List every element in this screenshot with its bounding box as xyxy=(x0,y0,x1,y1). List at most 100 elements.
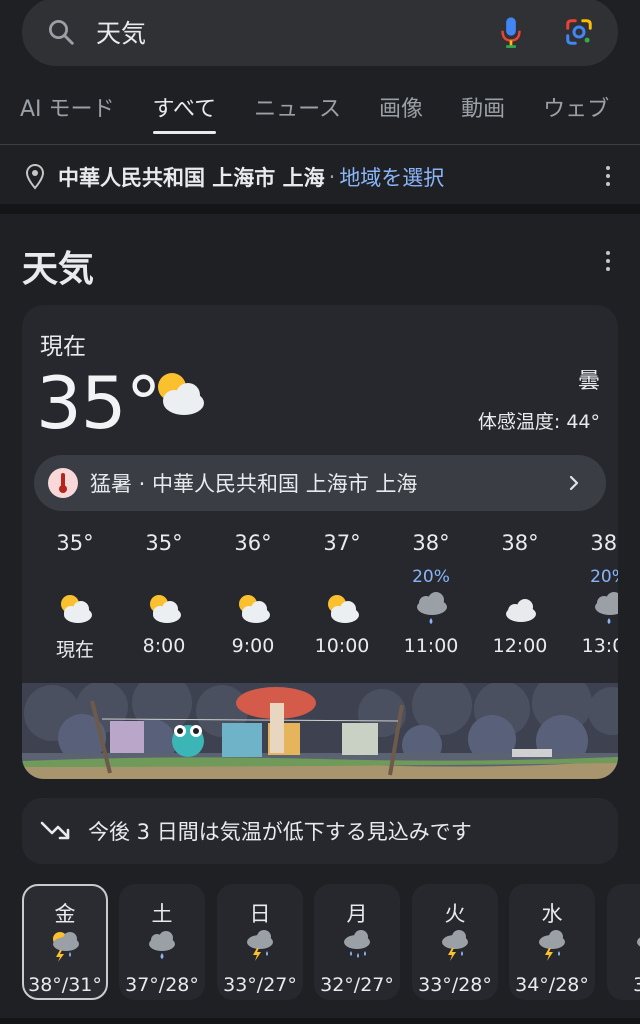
day-label: 日 xyxy=(249,902,271,926)
hour-precip xyxy=(297,567,387,589)
partly-cloudy-icon xyxy=(297,589,387,629)
location-separator: · xyxy=(328,165,336,189)
bottom-divider xyxy=(0,1018,640,1024)
heat-alert-chip[interactable]: 猛暑 · 中華人民共和国 上海市 上海 xyxy=(34,455,606,511)
hour-temp: 35° xyxy=(145,531,183,555)
search-input[interactable]: 天気 xyxy=(96,14,498,50)
tab-images[interactable]: 画像 xyxy=(379,88,423,132)
hour-precip xyxy=(119,567,209,589)
day-range: 33°/27° xyxy=(223,974,297,996)
day-range: 34°/28° xyxy=(515,974,589,996)
hour-time: 現在 xyxy=(55,639,94,661)
partly-cloudy-icon xyxy=(158,373,204,415)
weather-condition: 曇 xyxy=(577,369,600,394)
cloudy-icon xyxy=(475,589,565,629)
hour-temp: 38° xyxy=(501,531,539,555)
hour-item[interactable]: 37° 10:00 xyxy=(297,531,387,657)
day-label: 水 xyxy=(541,902,563,926)
day-label: 火 xyxy=(444,902,466,926)
hour-item[interactable]: 38° 12:00 xyxy=(475,531,565,657)
weather-more-icon[interactable] xyxy=(605,251,611,273)
hour-item[interactable]: 38° 20% 13:00 xyxy=(564,531,618,657)
day-range: 33°/28° xyxy=(418,974,492,996)
hour-precip: 20% xyxy=(590,567,618,587)
hour-precip xyxy=(30,567,120,589)
section-separator xyxy=(0,204,640,214)
thunderstorm-icon xyxy=(412,926,498,966)
hour-time: 9:00 xyxy=(231,635,275,657)
hour-temp: 36° xyxy=(234,531,272,555)
select-region-link[interactable]: 地域を選択 xyxy=(339,162,444,192)
thunderstorm-icon xyxy=(24,926,106,966)
thunderstorm-icon xyxy=(217,926,303,966)
feels-like: 体感温度: 44° xyxy=(477,411,600,433)
trend-text: 今後 3 日間は気温が低下する見込みです xyxy=(88,820,472,844)
daily-forecast[interactable]: 金 38°/31° 土 37°/28° 日 33°/27° 月 32°/27° … xyxy=(22,884,640,1000)
location-pin-icon xyxy=(25,164,45,190)
hour-precip xyxy=(475,567,565,589)
search-bar[interactable]: 天気 xyxy=(22,0,618,66)
search-icon xyxy=(49,20,74,45)
divider xyxy=(0,144,640,145)
hour-precip xyxy=(208,567,298,589)
tab-videos[interactable]: 動画 xyxy=(461,88,505,132)
hour-time: 13:00 xyxy=(581,635,618,657)
rain-icon xyxy=(564,589,618,629)
now-label: 現在 xyxy=(40,334,86,360)
rain-icon xyxy=(386,589,476,629)
weather-card: 現在 35° 曇 体感温度: 44° 猛暑 · 中華人民共和国 上海市 上海 3… xyxy=(22,305,618,779)
tab-web[interactable]: ウェブ xyxy=(543,88,609,132)
partly-cloudy-icon xyxy=(119,589,209,629)
day-card[interactable]: 火 33°/28° xyxy=(412,884,498,1000)
partly-cloudy-icon xyxy=(30,589,120,629)
rain-icon xyxy=(119,926,205,966)
tab-all[interactable]: すべて xyxy=(152,88,216,134)
hour-time: 12:00 xyxy=(492,635,548,657)
weather-illustration xyxy=(22,683,618,779)
tab-ai-mode[interactable]: AI モード xyxy=(20,88,115,132)
hour-item[interactable]: 35° 8:00 xyxy=(119,531,209,657)
temperature-trend[interactable]: 今後 3 日間は気温が低下する見込みです xyxy=(22,798,618,864)
thermometer-icon xyxy=(48,468,78,498)
hour-time: 8:00 xyxy=(142,635,186,657)
tab-news[interactable]: ニュース xyxy=(254,88,341,132)
heavy-rain-icon xyxy=(314,926,400,966)
partly-cloudy-icon xyxy=(208,589,298,629)
day-label xyxy=(607,898,640,924)
day-card[interactable]: 土 37°/28° xyxy=(119,884,205,1000)
hour-temp: 38° xyxy=(412,531,450,555)
hour-item[interactable]: 38° 20% 11:00 xyxy=(386,531,476,657)
hour-item[interactable]: 36° 9:00 xyxy=(208,531,298,657)
trending-down-icon xyxy=(40,821,70,840)
thunderstorm-icon xyxy=(607,926,640,966)
hour-temp: 37° xyxy=(323,531,361,555)
google-lens-icon[interactable] xyxy=(564,17,594,47)
day-range: 32°/27° xyxy=(320,974,394,996)
day-card[interactable]: 月 32°/27° xyxy=(314,884,400,1000)
day-card[interactable]: 金 38°/31° xyxy=(22,884,108,1000)
location-more-icon[interactable] xyxy=(605,166,611,188)
day-label: 金 xyxy=(54,902,76,926)
hourly-forecast[interactable]: 35° 現在 35° 8:00 36° 9:00 37° 10:00 38° 2… xyxy=(22,531,618,671)
hour-temp: 35° xyxy=(56,531,94,555)
microphone-icon[interactable] xyxy=(498,15,524,49)
hour-precip: 20% xyxy=(412,567,450,587)
hour-time: 10:00 xyxy=(314,635,370,657)
search-tabs: AI モード すべて ニュース 画像 動画 ウェブ xyxy=(0,88,640,138)
day-card[interactable]: 日 33°/27° xyxy=(217,884,303,1000)
day-card[interactable]: 水 34°/28° xyxy=(509,884,595,1000)
day-range: 38°/31° xyxy=(28,974,102,996)
day-card[interactable]: 36° xyxy=(607,884,640,1000)
day-label: 月 xyxy=(346,902,368,926)
day-label: 土 xyxy=(151,902,173,926)
chevron-right-icon xyxy=(569,475,579,491)
hour-temp: 38° xyxy=(590,531,618,555)
location-name: 中華人民共和国 上海市 上海 xyxy=(58,166,325,190)
day-range: 37°/28° xyxy=(125,974,199,996)
heat-alert-text: 猛暑 · 中華人民共和国 上海市 上海 xyxy=(90,472,418,496)
hour-item[interactable]: 35° 現在 xyxy=(30,531,120,662)
weather-title: 天気 xyxy=(22,249,95,290)
location-bar: 中華人民共和国 上海市 上海 · 地域を選択 xyxy=(24,158,620,196)
thunderstorm-icon xyxy=(509,926,595,966)
day-range: 36° xyxy=(633,974,640,996)
